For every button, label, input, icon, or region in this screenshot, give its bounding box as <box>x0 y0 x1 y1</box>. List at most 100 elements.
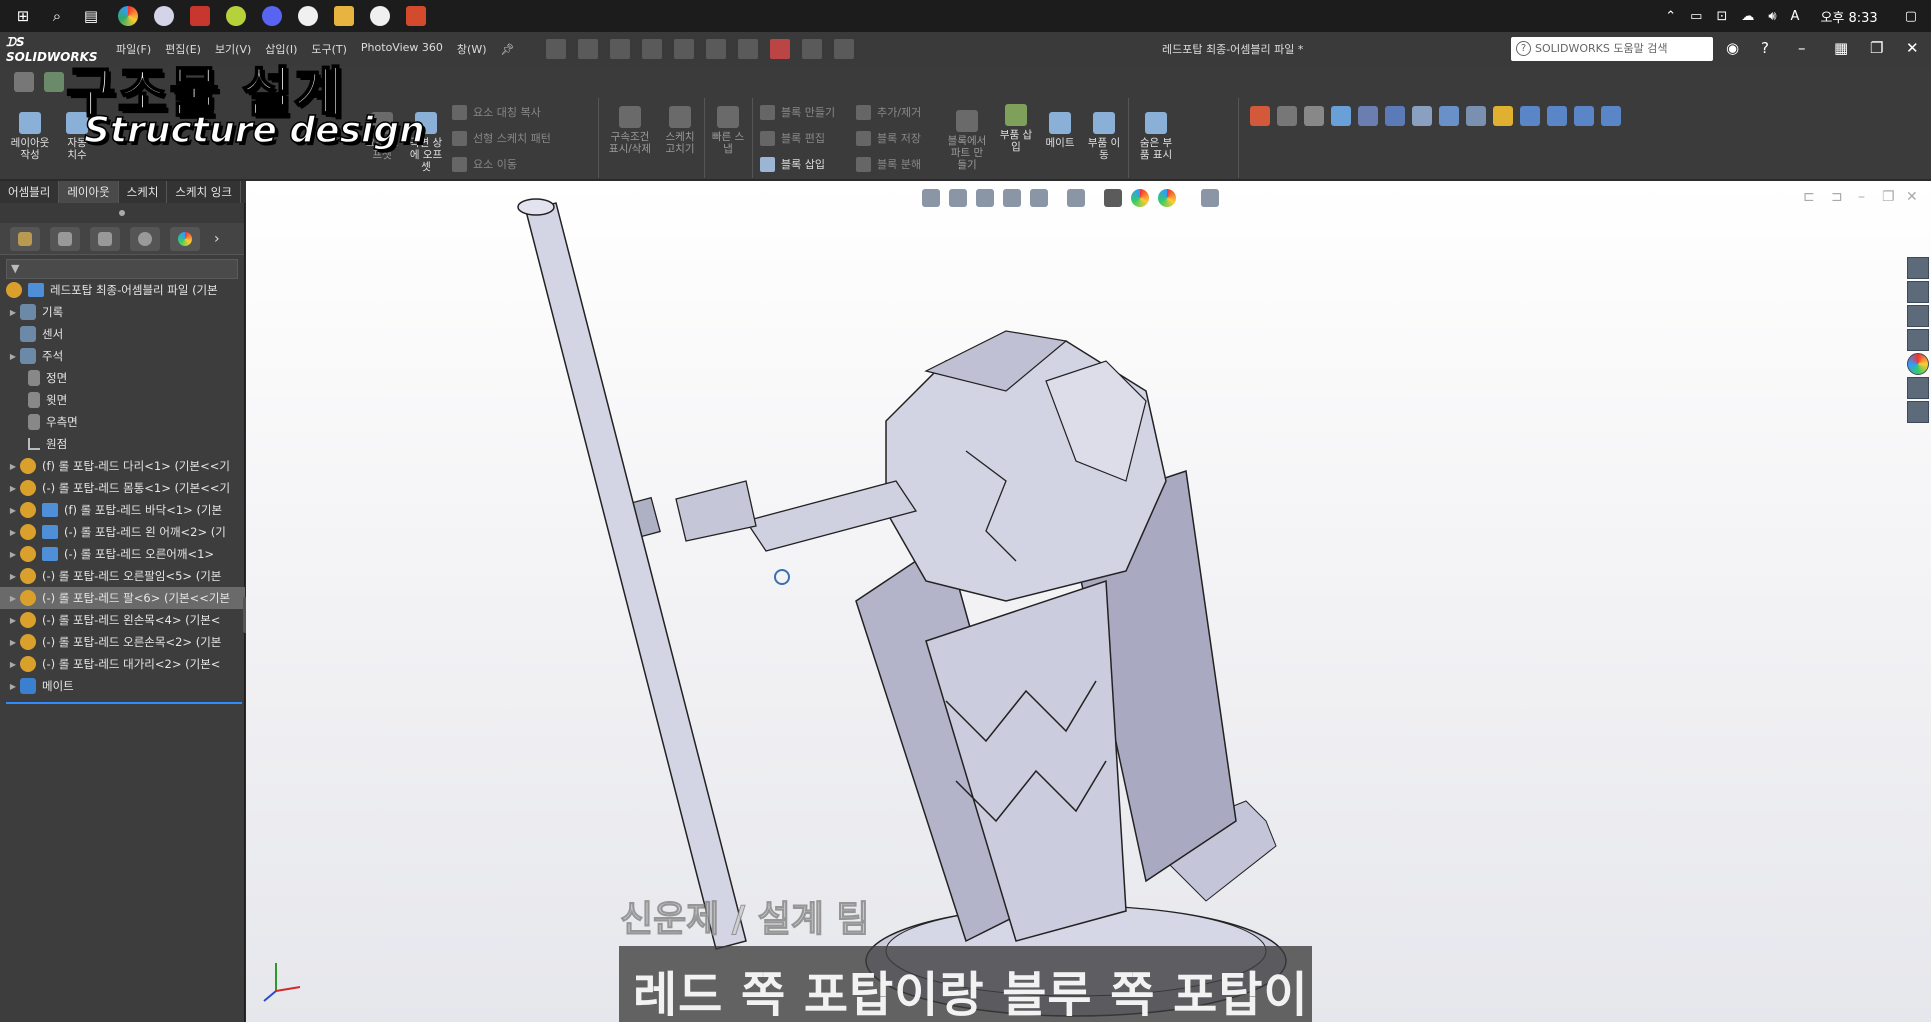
solidworks-resources-icon[interactable] <box>1907 257 1929 279</box>
tree-item[interactable]: ▶ (-) 롤 포탑-레드 몸통<1> (기본<<기 <box>0 477 245 499</box>
display-manager-tab[interactable] <box>170 226 200 251</box>
assembly-3d-model[interactable] <box>246 181 1931 1022</box>
expand-arrow-icon[interactable]: ▶ <box>6 528 20 537</box>
feature-manager-tab[interactable] <box>10 226 40 251</box>
tree-item[interactable]: 우측면 <box>0 411 245 433</box>
insert-block-button[interactable]: 블록 삽입 <box>760 156 825 172</box>
add-remove-button[interactable]: 추가/제거 <box>856 104 921 120</box>
close-icon[interactable]: ✕ <box>1906 39 1919 57</box>
chevron-up-icon[interactable]: ⌃ <box>1665 9 1676 24</box>
search-icon[interactable]: ⌕ <box>46 5 68 27</box>
open-file-icon[interactable] <box>610 39 631 59</box>
notification-icon[interactable]: ▢ <box>1905 9 1917 24</box>
tree-item[interactable]: ▶ (f) 롤 포탑-레드 다리<1> (기본<<기 <box>0 455 245 477</box>
repair-sketch-button[interactable]: 스케치 고치기 <box>660 106 700 155</box>
cloud-icon[interactable]: ☁ <box>1741 9 1754 24</box>
expand-arrow-icon[interactable]: ▶ <box>6 308 20 317</box>
file-properties-icon[interactable] <box>802 39 823 59</box>
menu-item[interactable]: 창(W) <box>457 41 487 57</box>
windows-start-icon[interactable]: ⊞ <box>12 5 34 27</box>
expand-arrow-icon[interactable]: ▶ <box>6 594 20 603</box>
tree-item[interactable]: ▶ (-) 롤 포탑-레드 팔<6> (기본<<기본 <box>0 587 245 609</box>
expand-arrow-icon[interactable]: ▶ <box>6 572 20 581</box>
file-explorer-icon[interactable] <box>1907 305 1929 327</box>
print-icon[interactable] <box>674 39 695 59</box>
dimxpert-tab[interactable] <box>130 226 160 251</box>
make-part-from-block-button[interactable]: 블록에서 파트 만 들기 <box>942 110 992 171</box>
tree-item[interactable]: ▶ (-) 롤 포탑-레드 대가리<2> (기본< <box>0 653 245 675</box>
design-library-icon[interactable] <box>1907 281 1929 303</box>
task-view-icon[interactable]: ▤ <box>80 5 102 27</box>
graphics-area[interactable]: ⊏ ⊐ – ❐ ✕ <box>246 181 1931 1022</box>
tree-item[interactable]: ▶ 기록 <box>0 301 245 323</box>
tree-filter-input[interactable]: ▼ <box>6 259 238 279</box>
expand-arrow-icon[interactable]: ▶ <box>6 660 20 669</box>
tree-rollback-bar[interactable] <box>6 702 242 704</box>
tree-item[interactable]: ▶ (-) 롤 포탑-레드 왼손목<4> (기본< <box>0 609 245 631</box>
options-gear-icon[interactable] <box>834 39 855 59</box>
mirror-entities-button[interactable]: 요소 대칭 복사 <box>452 104 541 120</box>
ime-indicator[interactable]: A <box>1791 9 1800 24</box>
tree-item[interactable]: ▶ (-) 롤 포탑-레드 오른손목<2> (기본 <box>0 631 245 653</box>
view-palette-icon[interactable] <box>1907 329 1929 351</box>
mate-button[interactable]: 메이트 <box>1040 112 1080 149</box>
tab-3[interactable]: 스케치 잉크 <box>167 181 241 203</box>
presentation-icon[interactable] <box>406 6 426 26</box>
show-hidden-components-button[interactable]: 숨은 부 품 표시 <box>1134 112 1178 161</box>
save-image-icon[interactable] <box>1601 106 1621 126</box>
undo-icon[interactable] <box>706 39 727 59</box>
expand-arrow-icon[interactable]: ▶ <box>6 484 20 493</box>
expand-arrow-icon[interactable]: ▶ <box>6 682 20 691</box>
new-file-icon[interactable] <box>578 39 599 59</box>
appearances-icon[interactable] <box>1907 353 1929 375</box>
expand-arrow-icon[interactable]: ▶ <box>6 352 20 361</box>
tree-item[interactable]: 정면 <box>0 367 245 389</box>
chrome-icon[interactable] <box>118 6 138 26</box>
recall-icon[interactable] <box>1574 106 1594 126</box>
property-manager-tab[interactable] <box>50 226 80 251</box>
configuration-manager-tab[interactable] <box>90 226 120 251</box>
insert-component-button[interactable]: 부품 삽 입 <box>996 104 1036 153</box>
tab-0[interactable]: 어셈블리 <box>0 181 60 203</box>
tree-item[interactable]: ▶ (-) 롤 포탑-레드 오른팔임<5> (기본 <box>0 565 245 587</box>
help-search-input[interactable]: ? SOLIDWORKS 도움말 검색 <box>1511 37 1713 61</box>
account-icon[interactable]: ◉ <box>1726 39 1739 57</box>
minimize-icon[interactable]: – <box>1798 39 1806 57</box>
explode-block-button[interactable]: 블록 분해 <box>856 156 921 172</box>
quick-snaps-button[interactable]: 빠른 스 냅 <box>708 106 748 155</box>
smart-tool-icon[interactable] <box>44 72 64 92</box>
rebuild-icon[interactable] <box>770 39 791 59</box>
help-question-icon[interactable]: ? <box>1761 39 1769 57</box>
decal-icon[interactable] <box>1385 106 1405 126</box>
tile-icon[interactable]: ▦ <box>1834 39 1848 57</box>
preview-icon[interactable] <box>1466 106 1486 126</box>
solidworks-forum-icon[interactable] <box>1907 401 1929 423</box>
tree-item[interactable]: ▶ (-) 롤 포탑-레드 오른어깨<1> <box>0 543 245 565</box>
expand-arrow-icon[interactable]: ▶ <box>6 506 20 515</box>
save-block-button[interactable]: 블록 저장 <box>856 130 921 146</box>
clock[interactable]: 오후 8:33 <box>1820 7 1877 26</box>
render-icon[interactable] <box>1331 106 1351 126</box>
tree-item[interactable]: 원점 <box>0 433 245 455</box>
home-icon[interactable] <box>546 39 567 59</box>
custom-properties-icon[interactable] <box>1907 377 1929 399</box>
final-render-icon[interactable] <box>1493 106 1513 126</box>
expand-arrow-icon[interactable]: ▶ <box>6 616 20 625</box>
c-app-icon[interactable] <box>226 6 246 26</box>
bom-icon[interactable] <box>1304 106 1324 126</box>
expand-arrow-icon[interactable]: ▶ <box>6 550 20 559</box>
light-icon[interactable] <box>1439 106 1459 126</box>
expand-arrow-icon[interactable]: ▶ <box>6 638 20 647</box>
edit-block-button[interactable]: 블록 편집 <box>760 130 825 146</box>
menu-item[interactable]: PhotoView 360 <box>361 41 443 57</box>
camera-icon[interactable] <box>1412 106 1432 126</box>
tree-item[interactable]: ▶ 주석 <box>0 345 245 367</box>
restore-icon[interactable]: ❐ <box>1870 39 1883 57</box>
save-icon[interactable] <box>642 39 663 59</box>
tree-item[interactable]: 센서 <box>0 323 245 345</box>
scene-icon[interactable] <box>1358 106 1378 126</box>
linear-pattern-button[interactable]: 선형 스케치 패턴 <box>452 130 551 146</box>
move-component-button[interactable]: 부품 이 동 <box>1084 112 1124 161</box>
media-icon[interactable] <box>298 6 318 26</box>
tree-item[interactable]: ▶ (-) 롤 포탑-레드 왼 어깨<2> (기 <box>0 521 245 543</box>
